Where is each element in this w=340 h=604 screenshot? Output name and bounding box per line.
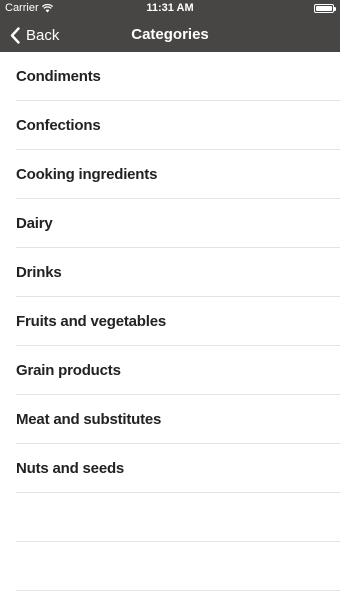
category-item-cooking-ingredients[interactable]: Cooking ingredients [16,150,340,199]
navigation-bar: Back Categories [0,18,340,52]
category-item-fruits-and-vegetables[interactable]: Fruits and vegetables [16,297,340,346]
category-item-confections[interactable]: Confections [16,101,340,150]
category-item-meat-and-substitutes[interactable]: Meat and substitutes [16,395,340,444]
category-item-condiments[interactable]: Condiments [16,52,340,101]
category-list: Condiments Confections Cooking ingredien… [0,52,340,591]
page-title: Categories [131,26,209,43]
category-item-dairy[interactable]: Dairy [16,199,340,248]
category-item-nuts-and-seeds[interactable]: Nuts and seeds [16,444,340,493]
battery-nub [334,7,336,11]
empty-row [16,493,340,542]
battery-level [316,6,332,11]
category-item-drinks[interactable]: Drinks [16,248,340,297]
status-time: 11:31 AM [146,2,194,14]
empty-row [16,542,340,591]
battery-icon [314,4,336,13]
category-item-grain-products[interactable]: Grain products [16,346,340,395]
status-bar: Carrier 11:31 AM [0,0,340,18]
